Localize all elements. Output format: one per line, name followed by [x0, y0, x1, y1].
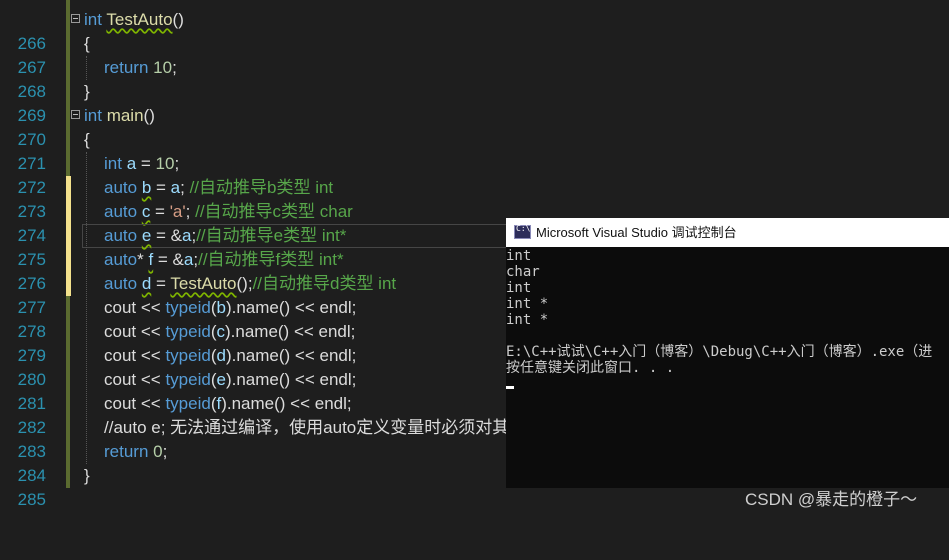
console-line: char — [506, 264, 540, 280]
modified-line-marker — [66, 200, 71, 224]
modified-line-marker — [66, 224, 71, 248]
code-line-266[interactable]: 266 int TestAuto() — [0, 8, 949, 53]
console-line: E:\C++试试\C++入门（博客）\Debug\C++入门（博客）.exe（进 — [506, 344, 933, 360]
console-line: int * — [506, 296, 549, 312]
line-number: 285 — [17, 490, 46, 509]
code-line-270[interactable]: 270 int main() — [0, 104, 949, 149]
collapse-toggle-icon[interactable] — [71, 14, 80, 23]
code-line-267[interactable]: 267 { — [0, 32, 949, 77]
code-line-271[interactable]: 271 { — [0, 128, 949, 173]
code-line-269[interactable]: 269 } — [0, 80, 949, 125]
indent-guide — [86, 152, 88, 464]
console-line: 按任意键关闭此窗口. . . — [506, 360, 675, 376]
console-title-bar[interactable]: C:\ Microsoft Visual Studio 调试控制台 — [506, 218, 949, 247]
console-output[interactable]: int char int int * int * E:\C++试试\C++入门（… — [506, 247, 949, 509]
modified-line-marker — [66, 176, 71, 200]
collapse-toggle-icon[interactable] — [71, 110, 80, 119]
text-cursor — [506, 386, 514, 389]
console-line: int — [506, 248, 532, 264]
watermark: CSDN @暴走的橙子～ — [745, 490, 918, 509]
modified-line-marker — [66, 248, 71, 272]
indent-guide — [86, 56, 88, 80]
console-line: int — [506, 280, 532, 296]
modified-line-marker — [66, 272, 71, 296]
code-line-272[interactable]: 272 int a = 10; — [0, 152, 949, 197]
console-app-icon: C:\ — [514, 224, 531, 239]
code-line-268[interactable]: 268 return 10; — [0, 56, 949, 101]
code-line-273[interactable]: 273 auto b = a; //自动推导b类型 int — [0, 176, 949, 221]
debug-console-window[interactable]: C:\ Microsoft Visual Studio 调试控制台 int ch… — [506, 218, 949, 509]
console-line: int * — [506, 312, 549, 328]
console-title: Microsoft Visual Studio 调试控制台 — [536, 225, 737, 240]
